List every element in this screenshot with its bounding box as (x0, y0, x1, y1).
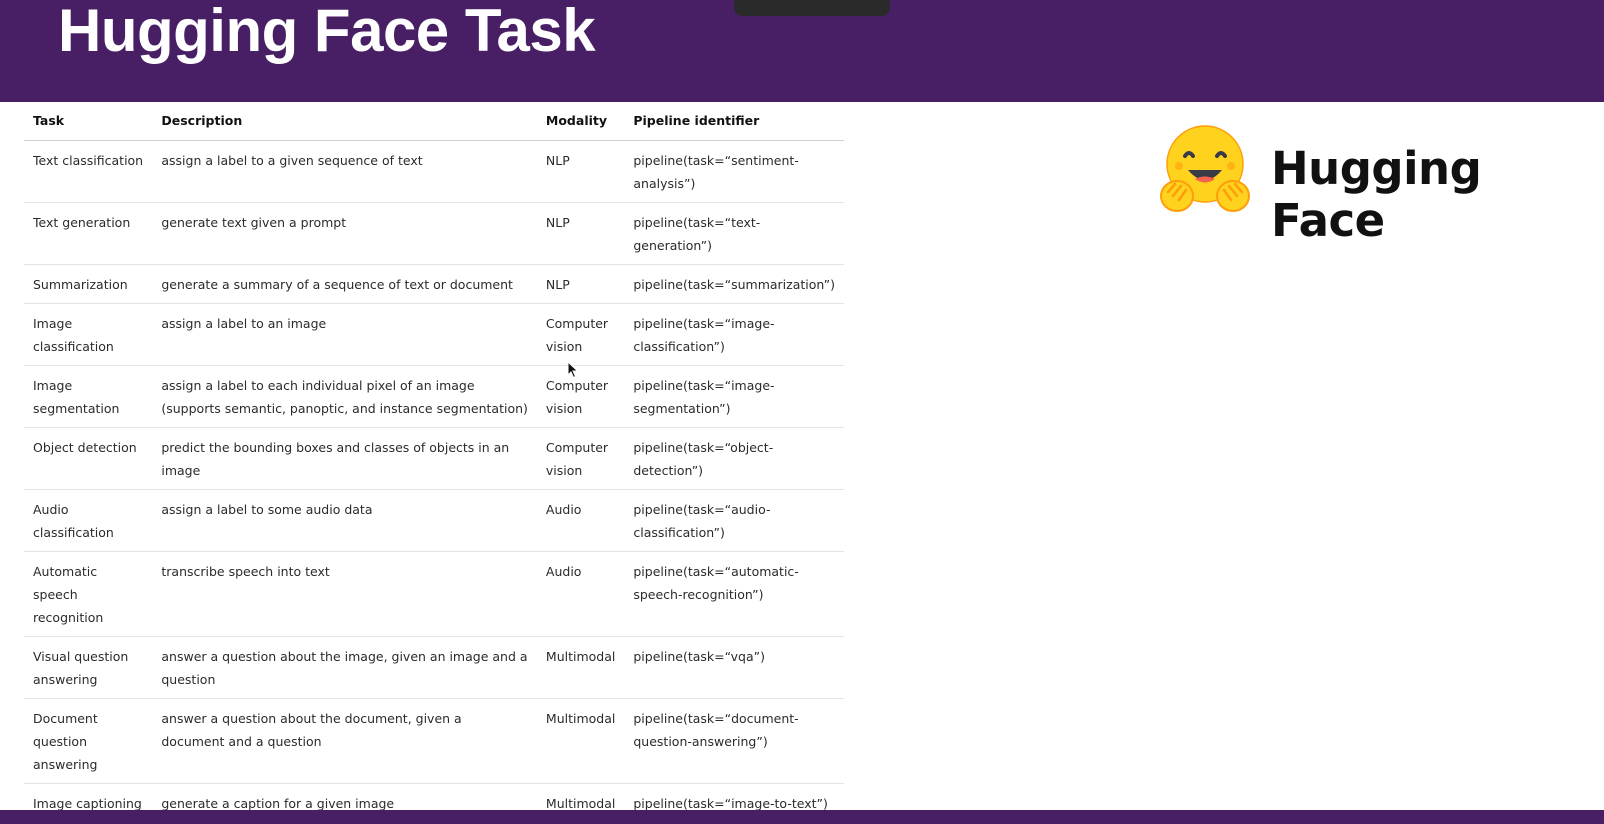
cell-description: assign a label to each individual pixel … (152, 365, 537, 428)
column-header-description: Description (152, 102, 537, 141)
cell-description: assign a label to some audio data (152, 489, 537, 552)
cell-pipeline: pipeline(task=“document-question-answeri… (624, 698, 844, 784)
cell-description: generate text given a prompt (152, 202, 537, 265)
table-row: Automatic speech recognition transcribe s… (24, 551, 844, 637)
table-header-row: Task Description Modality Pipeline ident… (24, 102, 844, 141)
table-row: Text generation generate text given a pro… (24, 202, 844, 265)
column-header-pipeline: Pipeline identifier (624, 102, 844, 141)
cell-pipeline: pipeline(task=“image-classification”) (624, 303, 844, 366)
cell-pipeline: pipeline(task=“vqa”) (624, 636, 844, 699)
cell-modality: Computer vision (536, 303, 625, 366)
table-row: Document question answering answer a ques… (24, 698, 844, 784)
table-row: Summarization generate a summary of a seq… (24, 264, 844, 304)
table-row: Image segmentation assign a label to each… (24, 365, 844, 428)
table-row: Image classification assign a label to an… (24, 303, 844, 366)
cell-description: generate a summary of a sequence of text… (152, 264, 537, 304)
cell-pipeline: pipeline(task=“automatic-speech-recognit… (624, 551, 844, 637)
cell-task: Document question answering (24, 698, 153, 784)
cell-task: Image classification (24, 303, 153, 366)
table-row: Audio classification assign a label to so… (24, 489, 844, 552)
screen-notch (734, 0, 890, 16)
cell-task: Automatic speech recognition (24, 551, 153, 637)
cell-description: answer a question about the image, given… (152, 636, 537, 699)
cell-pipeline: pipeline(task=“summarization”) (624, 264, 844, 304)
cell-description: assign a label to a given sequence of te… (152, 140, 537, 203)
cell-modality: Computer vision (536, 427, 625, 490)
cell-pipeline: pipeline(task=“image-segmentation”) (624, 365, 844, 428)
column-header-modality: Modality (536, 102, 625, 141)
cell-pipeline: pipeline(task=“sentiment-analysis”) (624, 140, 844, 203)
cell-description: predict the bounding boxes and classes o… (152, 427, 537, 490)
cell-pipeline: pipeline(task=“text-generation”) (624, 202, 844, 265)
cell-task: Object detection (24, 427, 153, 490)
table-row: Visual question answering answer a questi… (24, 636, 844, 699)
column-header-task: Task (24, 102, 153, 141)
cell-modality: Multimodal (536, 698, 625, 784)
slide-title: Hugging Face Task (58, 0, 596, 64)
cell-description: answer a question about the document, gi… (152, 698, 537, 784)
cell-task: Summarization (24, 264, 153, 304)
cell-pipeline: pipeline(task=“object-detection”) (624, 427, 844, 490)
table-body: Text classification assign a label to a g… (24, 140, 844, 822)
mouse-pointer-icon (567, 361, 579, 379)
cell-pipeline: pipeline(task=“audio-classification”) (624, 489, 844, 552)
cell-modality: Audio (536, 551, 625, 637)
cell-description: transcribe speech into text (152, 551, 537, 637)
cell-modality: Audio (536, 489, 625, 552)
cell-task: Text generation (24, 202, 153, 265)
cell-modality: NLP (536, 202, 625, 265)
task-table: Task Description Modality Pipeline ident… (24, 102, 844, 822)
hugging-face-logo-icon (1160, 125, 1250, 212)
table-row: Text classification assign a label to a g… (24, 140, 844, 203)
cell-task: Image segmentation (24, 365, 153, 428)
cell-task: Audio classification (24, 489, 153, 552)
cell-task: Visual question answering (24, 636, 153, 699)
cell-modality: NLP (536, 140, 625, 203)
cell-description: assign a label to an image (152, 303, 537, 366)
cell-modality: Multimodal (536, 636, 625, 699)
hugging-face-wordmark: Hugging Face (1271, 142, 1482, 247)
cell-modality: NLP (536, 264, 625, 304)
cell-task: Text classification (24, 140, 153, 203)
footer-bar (0, 810, 1604, 824)
table-row: Object detection predict the bounding box… (24, 427, 844, 490)
cell-modality: Computer vision (536, 365, 625, 428)
